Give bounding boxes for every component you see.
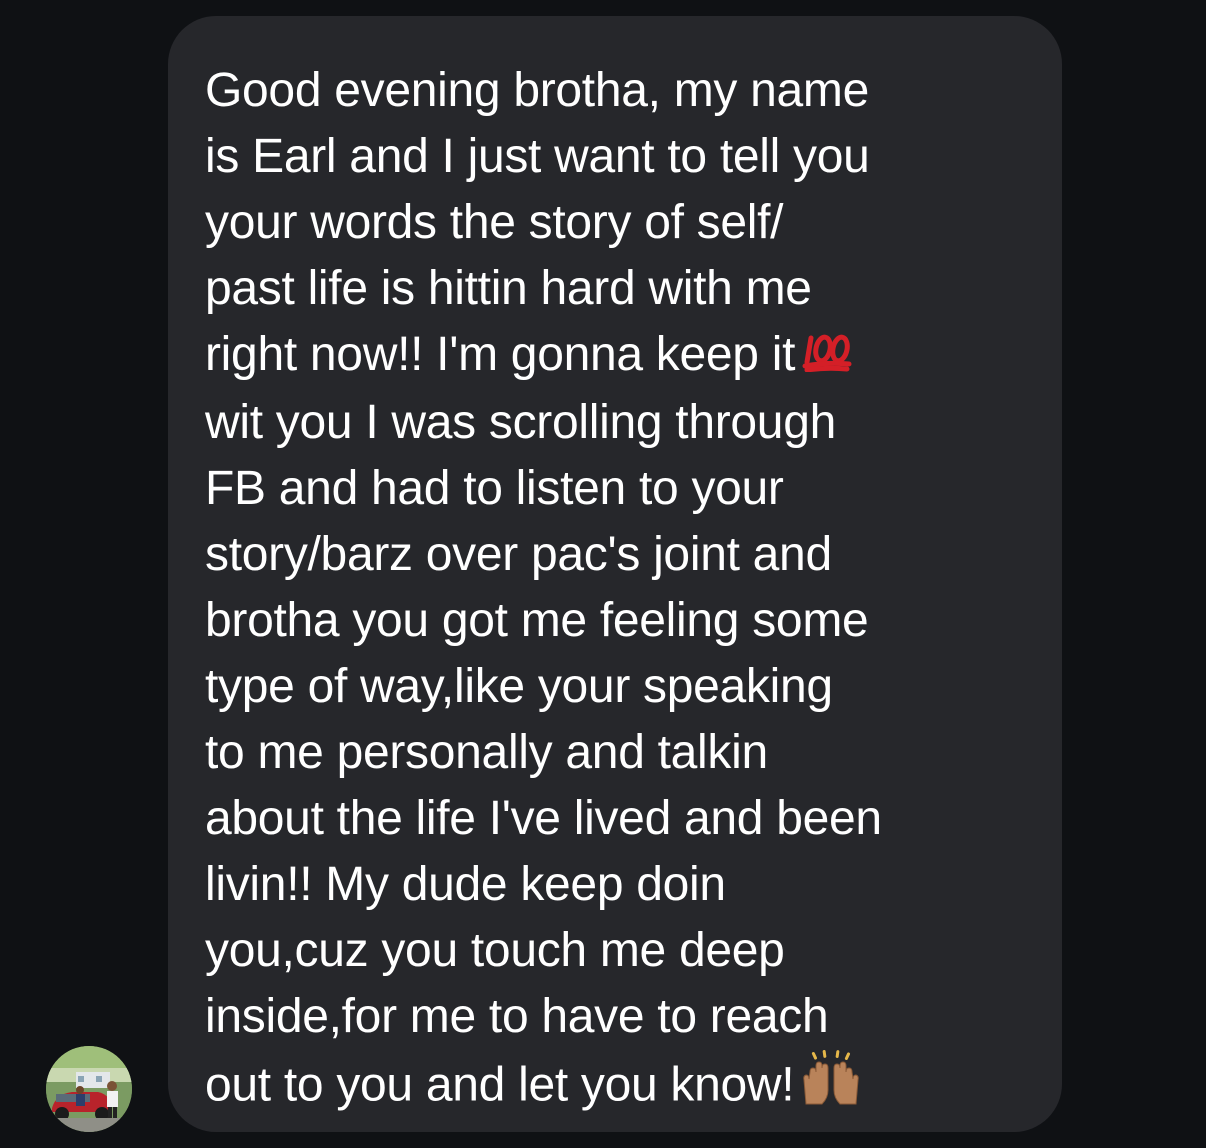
message-text: Good evening brotha, my name is Earl and… [205,58,1032,1126]
message-line: about the life I've lived and been [205,792,882,846]
message-line: wit you I was scrolling through [205,396,836,450]
message-line: type of way,like your speaking [205,660,833,714]
message-line: FB and had to listen to your [205,462,784,516]
raising-hands-emoji [800,1050,862,1126]
avatar-photo [46,1046,132,1132]
message-line: right now!! I'm gonna keep it [205,328,796,381]
message-line: story/barz over pac's joint and [205,528,832,582]
message-line: inside,for me to have to reach [205,990,829,1044]
message-line-with-emoji: out to you and let you know! [205,1050,1032,1126]
user-avatar[interactable] [46,1046,132,1132]
message-line: your words the story of self/ [205,196,784,249]
chat-screen: { "message": { "lines": [ "Good evening … [0,0,1206,1148]
message-line: brotha you got me feeling some [205,594,869,648]
message-line: past life is hittin hard with me [205,262,812,315]
message-bubble[interactable]: Good evening brotha, my name is Earl and… [168,16,1062,1132]
message-line: out to you and let you know! [205,1059,795,1112]
message-line: Good evening brotha, my name [205,64,869,117]
message-line: to me personally and talkin [205,726,768,780]
message-line: livin!! My dude keep doin [205,858,726,912]
message-line: you,cuz you touch me deep [205,924,785,978]
message-line: is Earl and I just want to tell you [205,130,870,183]
hundred-points-emoji [801,324,853,390]
message-line-with-emoji: right now!! I'm gonna keep it [205,322,1032,390]
